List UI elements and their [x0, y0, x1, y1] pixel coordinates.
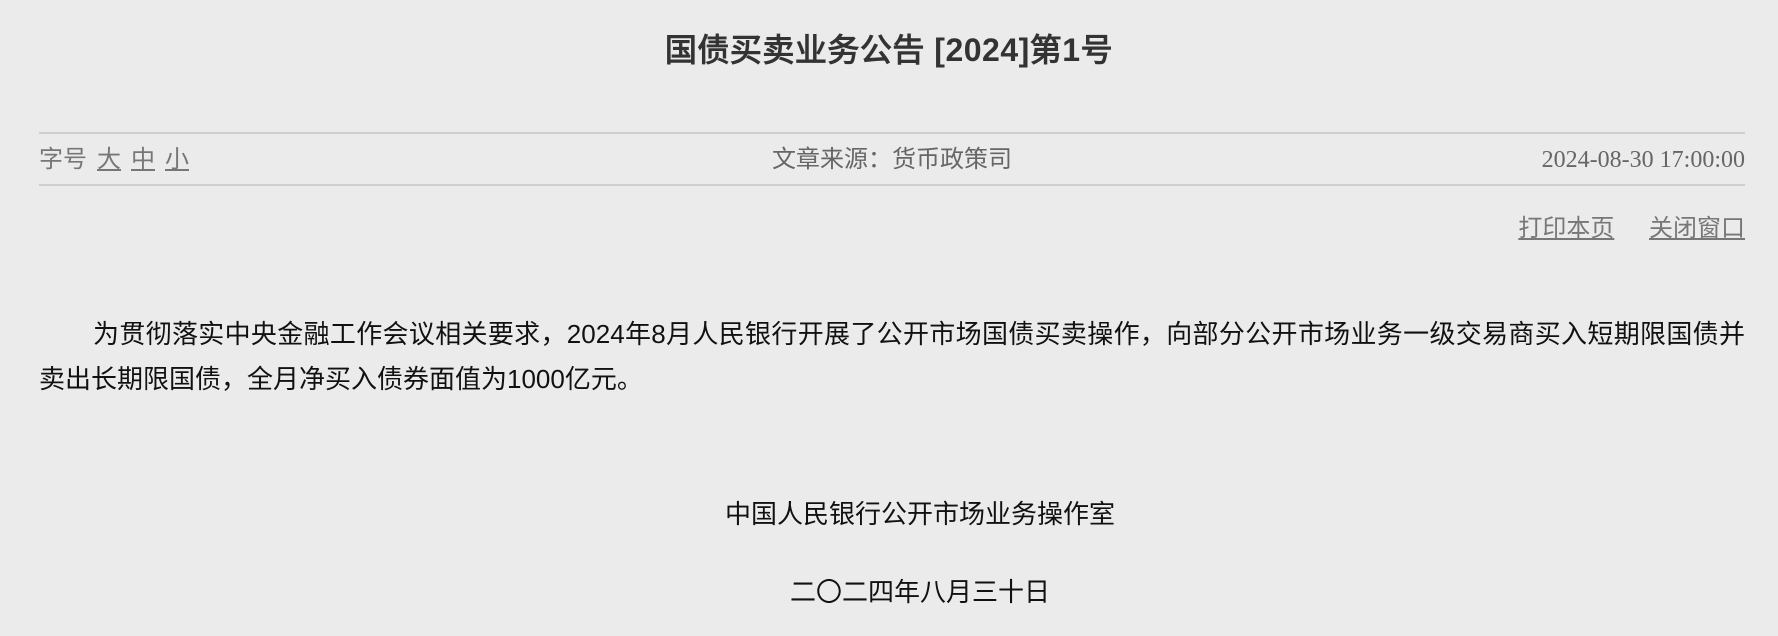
- page-title: 国债买卖业务公告 [2024]第1号: [664, 32, 1114, 68]
- notice-page: 国债买卖业务公告 [2024]第1号 字号 大 中 小 文章来源：货币政策司 2…: [0, 0, 1778, 636]
- signature-organization: 中国人民银行公开市场业务操作室: [724, 499, 1115, 529]
- close-window-link[interactable]: 关闭窗口: [1649, 215, 1745, 242]
- signature-date: 二〇二四年八月三十日: [789, 577, 1050, 607]
- article-body-paragraph: 为贯彻落实中央金融工作会议相关要求，2024年8月人民银行开展了公开市场国债买卖…: [39, 319, 1745, 394]
- print-page-link[interactable]: 打印本页: [1518, 215, 1614, 242]
- font-size-control: 字号 大 中 小: [39, 146, 189, 174]
- font-size-medium-link[interactable]: 中: [131, 147, 155, 173]
- font-size-small-link[interactable]: 小: [165, 147, 189, 173]
- font-size-label: 字号: [39, 147, 87, 173]
- publish-date: 2024-08-30 17:00:00: [1541, 147, 1745, 173]
- font-size-large-link[interactable]: 大: [97, 147, 121, 173]
- article-source: 文章来源：货币政策司: [772, 147, 1012, 173]
- article-meta-bar: 字号 大 中 小 文章来源：货币政策司 2024-08-30 17:00:00: [39, 132, 1745, 186]
- page-actions: 打印本页 关闭窗口: [1490, 214, 1745, 244]
